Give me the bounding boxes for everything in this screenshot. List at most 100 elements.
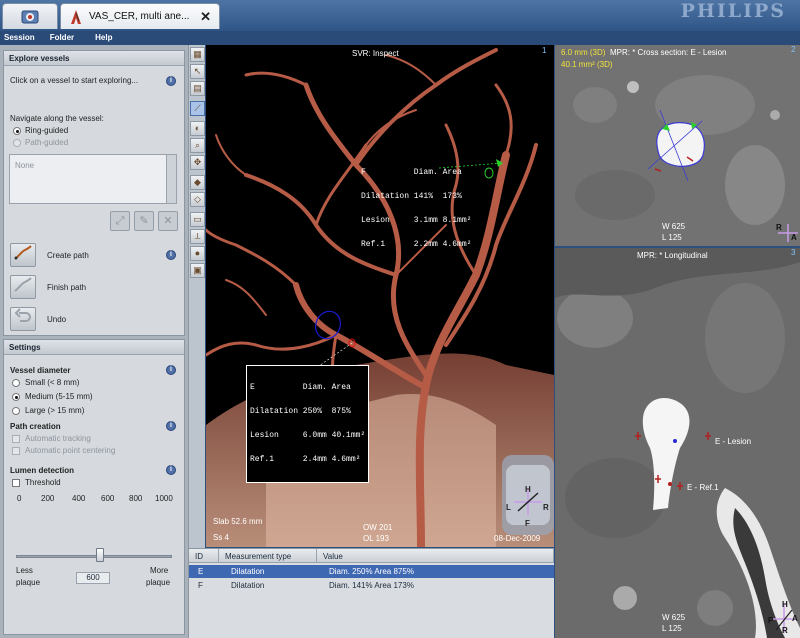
measurement-box-e[interactable]: E Diam. Area Dilatation 250% 875% Lesion… xyxy=(246,365,370,483)
info-icon[interactable]: i xyxy=(166,365,176,375)
measurement-box-f: F Diam. Area Dilatation 141% 173% Lesion… xyxy=(361,153,471,265)
finish-path-label: Finish path xyxy=(47,283,87,292)
pan-icon[interactable]: ✥ xyxy=(190,155,205,170)
finish-path-button[interactable] xyxy=(10,275,36,299)
svr-viewport[interactable]: SVR: Inspect 1 F Diam. Area Dilatation 1… xyxy=(206,45,554,547)
title-bar: VAS_CER, multi ane... ✕ PHILIPS xyxy=(0,0,800,31)
lesion-marker-label: E - Lesion xyxy=(715,437,752,446)
tick-label: 200 xyxy=(41,494,55,503)
sphere-icon[interactable]: ● xyxy=(190,246,205,261)
cross-area-label: 40.1 mm² (3D) xyxy=(561,60,613,69)
large-label: Large (> 15 mm) xyxy=(25,406,85,415)
auto-tracking-checkbox[interactable] xyxy=(12,435,20,443)
cell-value: Diam. 141% Area 173% xyxy=(329,581,414,590)
ow-label: OW 201 xyxy=(363,523,393,532)
tick-label: 800 xyxy=(129,494,143,503)
cross-section-viewport[interactable]: 6.0 mm (3D) MPR: * Cross section: E - Le… xyxy=(555,45,800,246)
window-width-label: W 625 xyxy=(662,222,686,231)
zoom-icon[interactable]: ⌕ xyxy=(190,138,205,153)
info-icon[interactable]: i xyxy=(166,421,176,431)
window-level-label: L 125 xyxy=(662,233,682,242)
measurement-table: ID Measurement type Value E Dilatation D… xyxy=(189,548,554,638)
close-icon[interactable]: ✕ xyxy=(200,9,211,25)
brand-logo: PHILIPS xyxy=(680,0,786,22)
print-icon[interactable]: ▭ xyxy=(190,212,205,227)
lumen-detection-label: Lumen detection xyxy=(10,466,75,475)
col-header-value[interactable]: Value xyxy=(317,549,554,563)
cross-section-image xyxy=(555,45,800,246)
col-header-type[interactable]: Measurement type xyxy=(219,549,317,563)
auto-centering-checkbox[interactable] xyxy=(12,447,20,455)
delete-path-icon[interactable]: ✕ xyxy=(158,211,178,231)
orient-r: R xyxy=(543,503,549,512)
large-radio[interactable] xyxy=(12,407,20,415)
menu-folder[interactable]: Folder xyxy=(50,31,74,45)
vessel-app-icon xyxy=(71,9,81,24)
tick-label: 600 xyxy=(101,494,115,503)
list-item[interactable]: None xyxy=(15,161,34,170)
tick-label: 400 xyxy=(72,494,86,503)
longitudinal-viewport[interactable]: MPR: * Longitudinal 3 E - Lesion E - Ref… xyxy=(555,248,800,638)
cube-icon[interactable]: ◆ xyxy=(190,175,205,190)
less-label: Less xyxy=(16,566,33,575)
report-icon[interactable]: ▤ xyxy=(190,81,205,96)
threshold-checkbox[interactable] xyxy=(12,479,20,487)
explore-hint: Click on a vessel to start exploring... xyxy=(10,76,139,85)
path-creation-label: Path creation xyxy=(10,422,61,431)
info-icon[interactable]: i xyxy=(166,465,176,475)
menu-help[interactable]: Help xyxy=(95,31,112,45)
vessel-tool-icon[interactable]: ⟋ xyxy=(190,101,205,116)
pointer-icon[interactable]: ↖ xyxy=(190,64,205,79)
threshold-slider-track[interactable] xyxy=(16,555,172,558)
explore-header: Explore vessels xyxy=(4,51,184,66)
table-row[interactable]: F Dilatation Diam. 141% Area 173% xyxy=(189,579,554,592)
col-header-id[interactable]: ID xyxy=(189,549,219,563)
list-scrollbar[interactable] xyxy=(166,155,176,203)
ring-guided-radio[interactable] xyxy=(13,127,21,135)
cross-title: MPR: * Cross section: E - Lesion xyxy=(610,48,727,57)
threshold-slider-thumb[interactable] xyxy=(96,548,104,562)
case-tab[interactable]: VAS_CER, multi ane... ✕ xyxy=(60,3,220,29)
longitudinal-image xyxy=(555,248,800,638)
volume-icon[interactable]: ◇ xyxy=(190,192,205,207)
ref-marker-label: E - Ref.1 xyxy=(687,483,719,492)
window-width-label: W 625 xyxy=(662,613,686,622)
viewport-number: 3 xyxy=(791,248,796,257)
camera-icon[interactable]: ▣ xyxy=(190,263,205,278)
tick-label: 1000 xyxy=(155,494,173,503)
layout-icon[interactable]: ▦ xyxy=(190,47,205,62)
box-line: F Diam. Area xyxy=(361,168,462,177)
home-tab[interactable] xyxy=(2,3,58,29)
settings-panel: Settings Vessel diameter i Small (< 8 mm… xyxy=(3,339,185,635)
cell-type: Dilatation xyxy=(231,581,265,590)
create-path-button[interactable] xyxy=(10,243,36,267)
info-icon[interactable]: i xyxy=(166,250,176,260)
undo-button[interactable] xyxy=(10,307,36,331)
edit-path-icon[interactable]: ✎ xyxy=(134,211,154,231)
small-radio[interactable] xyxy=(12,379,20,387)
less-plaque-label: plaque xyxy=(16,578,41,587)
more-plaque-label: plaque xyxy=(146,578,171,587)
medium-radio[interactable] xyxy=(12,393,20,401)
vessel-list[interactable]: None xyxy=(9,154,177,204)
path-guided-label: Path-guided xyxy=(25,138,69,147)
menu-bar: Session Folder Help xyxy=(0,31,800,45)
measure-icon[interactable]: ⟂ xyxy=(190,229,205,244)
path-guided-radio[interactable] xyxy=(13,139,21,147)
threshold-value-field[interactable]: 600 xyxy=(76,572,110,584)
menu-session[interactable]: Session xyxy=(4,31,35,45)
box-line: Lesion 3.1mm 8.1mm² xyxy=(361,216,472,225)
ring-guided-label: Ring-guided xyxy=(25,126,69,135)
create-path-label: Create path xyxy=(47,251,89,260)
box-line: Ref.1 2.4mm 4.6mm² xyxy=(250,455,361,464)
table-row[interactable]: E Dilatation Diam. 250% Area 875% xyxy=(189,565,554,578)
info-icon[interactable]: i xyxy=(166,76,176,86)
cell-id: E xyxy=(198,567,204,576)
box-line: E Diam. Area xyxy=(250,383,351,392)
window-level-icon[interactable]: ◐ xyxy=(190,121,205,136)
longitudinal-title: MPR: * Longitudinal xyxy=(637,251,708,260)
date-label: 08-Dec-2009 xyxy=(494,534,541,543)
slab-label: Slab 52.6 mm xyxy=(213,517,263,526)
home-icon xyxy=(21,10,39,23)
expand-icon[interactable]: ⤢ xyxy=(110,211,130,231)
